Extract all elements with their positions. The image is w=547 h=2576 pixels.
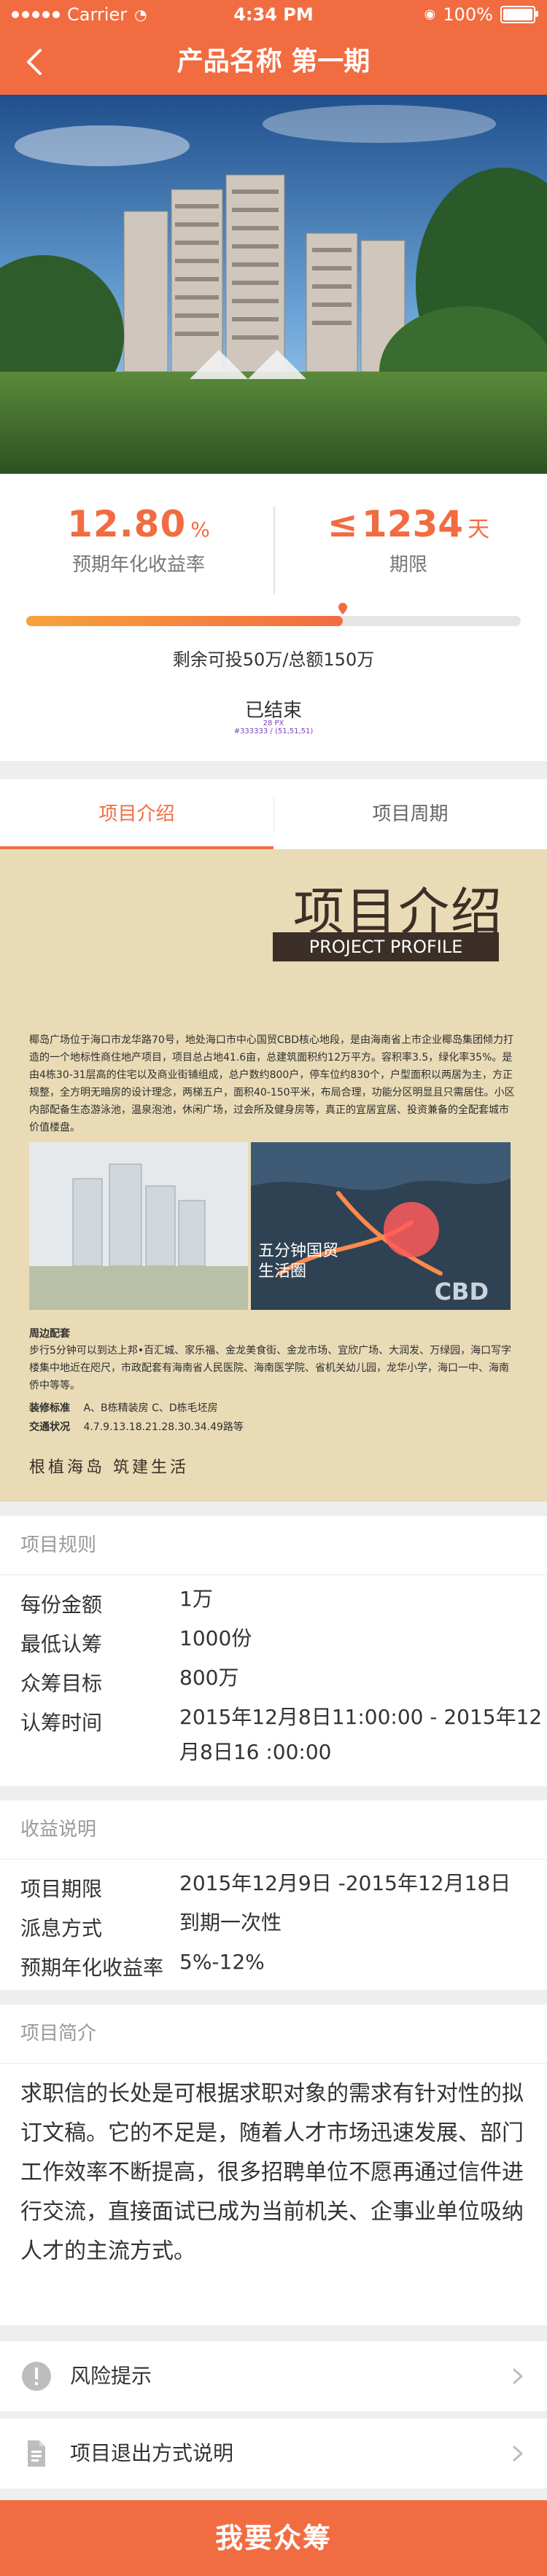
surround-title: 周边配套 [29,1328,70,1340]
intro-title: 项目简介 [20,2023,97,2045]
font-size-annotation: 28 PX [263,719,284,727]
location-map-image: 五分钟国贸 生活圈 CBD [251,1142,511,1310]
project-intro-section: 项目简介 求职信的长处是可根据求职对象的需求有针对性的拟订文稿。它的不足是，随着… [0,2005,547,2325]
invest-button[interactable]: 我要众筹 [0,2500,547,2576]
rule-value: 800万 [179,1666,239,1690]
rules-title: 项目规则 [20,1534,97,1556]
map-caption: 五分钟国贸 生活圈 [258,1241,338,1282]
map-caption-line1: 五分钟国贸 [258,1242,339,1260]
risk-notice-label: 风险提示 [70,2364,152,2388]
investment-summary: 12.80% 预期年化收益率 ≤ 1234 天 期限 剩余可投50万/总额150万… [0,474,547,761]
tab-bar: 项目介绍 项目周期 [0,779,547,850]
term-period: ≤ 1234 天 期限 [299,503,518,577]
intro-text: 求职信的长处是可根据求职对象的需求有针对性的拟订文稿。它的不足是，随着人才市场迅… [20,2081,524,2264]
chevron-right-icon [513,2368,523,2384]
rule-value: 2015年12月8日11:00:00 - 2015年12月8日16 :00:00 [179,1705,543,1764]
income-value: 5%-12% [179,1950,265,1974]
poster-heading-en: PROJECT PROFILE [273,932,499,961]
rule-value: 1万 [179,1587,213,1611]
progress-marker-icon [338,603,347,614]
map-caption-line2: 生活圈 [258,1262,307,1281]
income-title: 收益说明 [20,1819,97,1841]
period-unit: 天 [468,517,490,542]
chevron-right-icon [513,2446,523,2462]
rate-value: 12.80 [67,503,187,545]
summary-divider [274,507,275,594]
poster-intro-text: 椰岛广场位于海口市龙华路70号，地处海口市中心国贸CBD核心地段，是由海南省上市… [29,1034,515,1133]
color-annotation: #333333 / (51,51,51) [233,727,314,735]
rotation-lock-icon: ◉ [424,7,436,22]
period-value: 1234 [361,503,464,545]
intro-divider [0,2063,547,2064]
battery-icon [500,6,538,23]
income-value: 到期一次性 [179,1910,282,1935]
tab-project-cycle[interactable]: 项目周期 [274,779,547,849]
decoration-standard: 装修标准 A、B栋精装房 C、D栋毛坯房 [29,1400,218,1415]
page-title: 产品名称 第一期 [176,47,371,77]
risk-notice-item[interactable]: 风险提示 [0,2341,547,2411]
surround-text: 步行5分钟可以到达上邦•百汇城、家乐福、金龙美食街、金龙市场、宜欣广场、大润发、… [29,1345,512,1392]
status-ended: 已结束 28 PX #333333 / (51,51,51) [0,695,547,735]
cbd-mark: CBD [434,1278,489,1305]
progress-fill [26,616,343,626]
funding-progress-bar [26,603,521,626]
status-right: ◉ 100% [424,0,538,29]
rendering-image [29,1142,248,1310]
rule-key: 认筹时间 [20,1711,103,1735]
decoration-standard-value: A、B栋精装房 C、D栋毛坯房 [83,1402,218,1414]
income-key: 预期年化收益率 [20,1956,164,1980]
decoration-standard-key: 装修标准 [29,1402,70,1414]
transport-status: 交通状况 4.7.9.13.18.21.28.30.34.49路等 [29,1419,244,1434]
rule-value: 1000份 [179,1626,252,1650]
income-key: 派息方式 [20,1916,103,1940]
nav-bar: 产品名称 第一期 [0,29,547,95]
income-value: 2015年12月9日 -2015年12月18日 [179,1871,511,1895]
rule-key: 最低认筹 [20,1632,103,1656]
project-profile-poster: 项目介绍 PROJECT PROFILE 椰岛广场位于海口市龙华路70号，地处海… [0,849,547,1502]
expected-rate: 12.80% 预期年化收益率 [29,503,248,577]
battery-percent: 100% [443,4,493,25]
income-section: 收益说明 项目期限 2015年12月9日 -2015年12月18日 派息方式 到… [0,1800,547,1990]
rule-key: 每份金额 [20,1593,103,1617]
income-key: 项目期限 [20,1877,103,1901]
rules-divider [0,1574,547,1575]
tab-project-intro[interactable]: 项目介绍 [0,779,274,849]
document-icon [28,2440,45,2467]
period-prefix: ≤ [327,503,358,545]
rate-label: 预期年化收益率 [71,554,205,576]
period-label: 期限 [389,554,427,576]
remaining-amount: 剩余可投50万/总额150万 [172,649,375,670]
exit-method-item[interactable]: 项目退出方式说明 [0,2419,547,2489]
transport-status-key: 交通状况 [29,1421,70,1433]
exit-method-label: 项目退出方式说明 [70,2441,234,2465]
alert-icon [22,2362,51,2391]
status-bar: Carrier ◔ 4:34 PM ◉ 100% [0,0,547,29]
project-rules-section: 项目规则 每份金额 1万 最低认筹 1000份 众筹目标 800万 认筹时间 2… [0,1516,547,1786]
status-label: 已结束 [244,700,302,722]
rule-key: 众筹目标 [20,1671,103,1695]
transport-status-value: 4.7.9.13.18.21.28.30.34.49路等 [83,1421,244,1433]
poster-slogan: 根植海岛 筑建生活 [29,1459,189,1477]
project-hero-image [0,95,547,474]
rate-unit: % [190,518,210,542]
